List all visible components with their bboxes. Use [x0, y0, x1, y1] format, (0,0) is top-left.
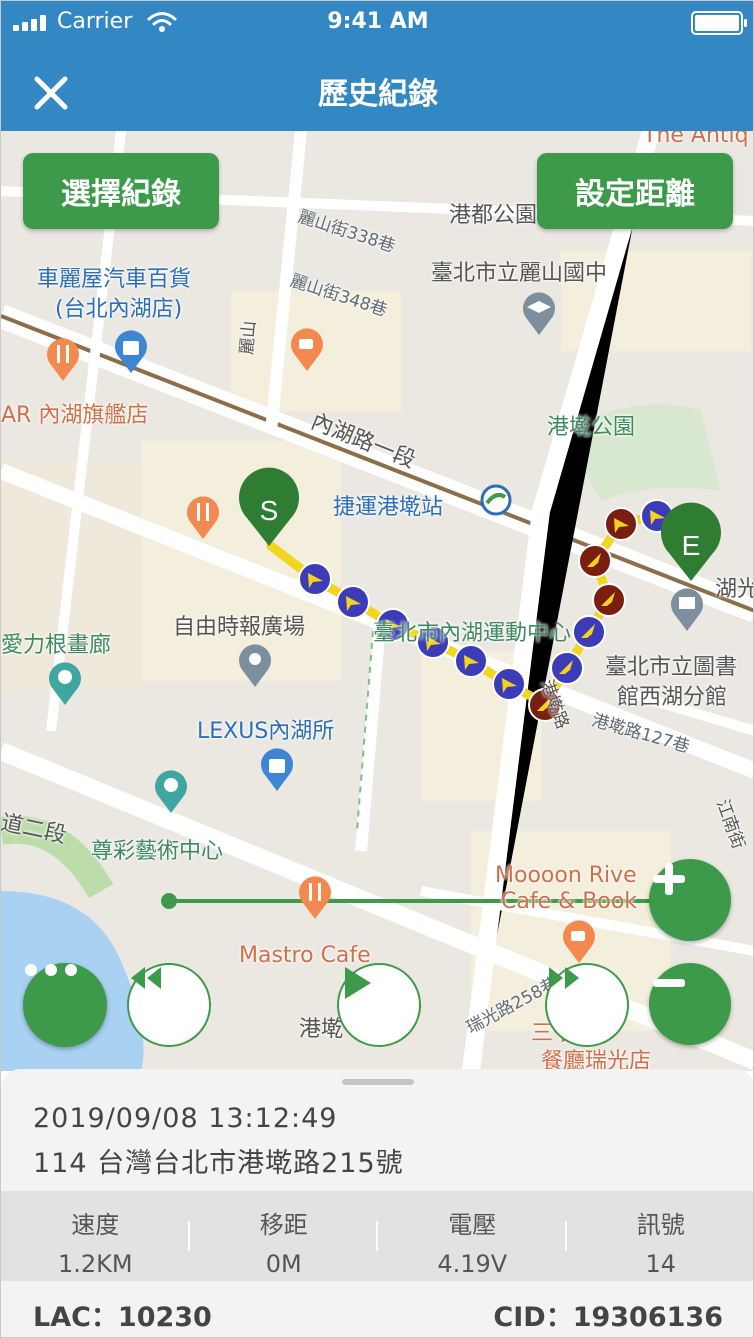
restaurant-icon	[47, 338, 79, 381]
map-label: 港墘	[299, 1017, 344, 1042]
map-label: 自由時報廣場	[173, 615, 306, 640]
record-stats: 速度 1.2KM 移距 0M 電壓 4.19V 訊號 14	[1, 1191, 754, 1281]
lac-value: LAC：10230	[33, 1302, 212, 1333]
map-label: 港墘公園	[547, 415, 636, 440]
start-marker-label: S	[260, 495, 279, 526]
map-label: 臺北市內湖運動中心	[373, 621, 572, 646]
map-label: 臺北市立麗山國中	[431, 261, 608, 286]
map-label: 捷運港墘站	[333, 495, 444, 520]
map-label: Moooon Rive	[495, 863, 637, 888]
select-record-button[interactable]: 選擇紀錄	[23, 153, 219, 229]
map-label: 臺北市立圖書	[605, 655, 738, 680]
fast-forward-icon	[549, 967, 579, 989]
page-title: 歷史紀錄	[318, 77, 438, 112]
battery-icon	[691, 11, 747, 35]
gallery-icon	[155, 770, 187, 813]
stat-label: 訊號	[636, 1211, 685, 1239]
stat-label: 速度	[71, 1211, 120, 1239]
zoom-out-button[interactable]	[649, 963, 731, 1045]
shopping-bag-icon	[115, 330, 147, 373]
play-icon	[345, 967, 371, 999]
map-label: AR 內湖旗艦店	[1, 403, 149, 428]
cid-value: CID：19306136	[493, 1302, 723, 1333]
library-icon	[671, 588, 703, 631]
school-icon	[523, 292, 555, 335]
map-label: Cafe & Book	[501, 889, 638, 914]
stat-value: 14	[645, 1250, 677, 1278]
ellipsis-icon	[25, 964, 77, 976]
stat-voltage: 電壓 4.19V	[378, 1191, 567, 1281]
shopping-bag-icon	[261, 748, 293, 791]
record-datetime: 2019/09/08 13:12:49	[33, 1103, 338, 1134]
map-label: 餐廳瑞光店	[541, 1049, 652, 1071]
map-label: LEXUS內湖所	[197, 719, 335, 744]
end-marker-label: E	[682, 530, 701, 561]
location-icon	[239, 644, 271, 687]
map-label: (台北內湖店)	[55, 297, 183, 322]
panel-grabber[interactable]	[342, 1079, 414, 1085]
more-options-button[interactable]	[23, 963, 107, 1047]
stat-value: 4.19V	[437, 1250, 508, 1278]
restaurant-icon	[187, 496, 219, 539]
minus-icon	[653, 979, 685, 987]
record-detail-panel: 2019/09/08 13:12:49 114 台灣台北市港墘路215號 速度 …	[1, 1069, 754, 1337]
status-bar: Carrier 9:41 AM	[1, 1, 753, 45]
map-label: The Antiq	[643, 131, 749, 148]
map-label: 湖光	[715, 577, 753, 602]
cafe-icon	[291, 328, 323, 371]
restaurant-icon	[299, 876, 331, 919]
cafe-icon	[563, 920, 595, 963]
stat-signal: 訊號 14	[567, 1191, 754, 1281]
map-label: 尊彩藝術中心	[91, 839, 224, 864]
rewind-button[interactable]	[127, 963, 211, 1047]
map-label: 麗山	[237, 319, 260, 356]
plus-icon	[653, 863, 685, 895]
distance-slider-handle[interactable]	[161, 893, 177, 909]
stat-value: 0M	[265, 1250, 302, 1278]
stat-distance: 移距 0M	[190, 1191, 378, 1281]
stat-label: 移距	[259, 1211, 308, 1239]
map-view[interactable]: S E 港都公園 臺北市立麗山國中 車麗屋汽車百貨 (台北內湖店) AR 內湖旗…	[1, 131, 753, 1071]
map-label: 愛力根畫廊	[1, 633, 112, 658]
stat-label: 電壓	[448, 1211, 497, 1239]
mrt-icon	[480, 484, 512, 516]
map-label: 港都公園	[449, 203, 538, 228]
record-address: 114 台灣台北市港墘路215號	[33, 1148, 404, 1179]
stat-value: 1.2KM	[57, 1250, 133, 1278]
header-bar: Carrier 9:41 AM 歷史紀錄	[1, 1, 753, 131]
map-label: 車麗屋汽車百貨	[37, 267, 192, 292]
zoom-in-button[interactable]	[649, 859, 731, 941]
play-button[interactable]	[337, 963, 421, 1047]
app-screen: Carrier 9:41 AM 歷史紀錄 S E 港都公園 臺北市立麗山國中 車…	[0, 0, 754, 1338]
set-distance-button[interactable]: 設定距離	[537, 153, 733, 229]
stat-speed: 速度 1.2KM	[1, 1191, 190, 1281]
cell-info-row: LAC：10230 CID：19306136	[1, 1281, 753, 1337]
map-label: 館西湖分館	[617, 685, 728, 710]
status-time: 9:41 AM	[327, 9, 429, 34]
rewind-icon	[131, 967, 161, 989]
gallery-icon	[49, 662, 81, 705]
fast-forward-button[interactable]	[545, 963, 629, 1047]
